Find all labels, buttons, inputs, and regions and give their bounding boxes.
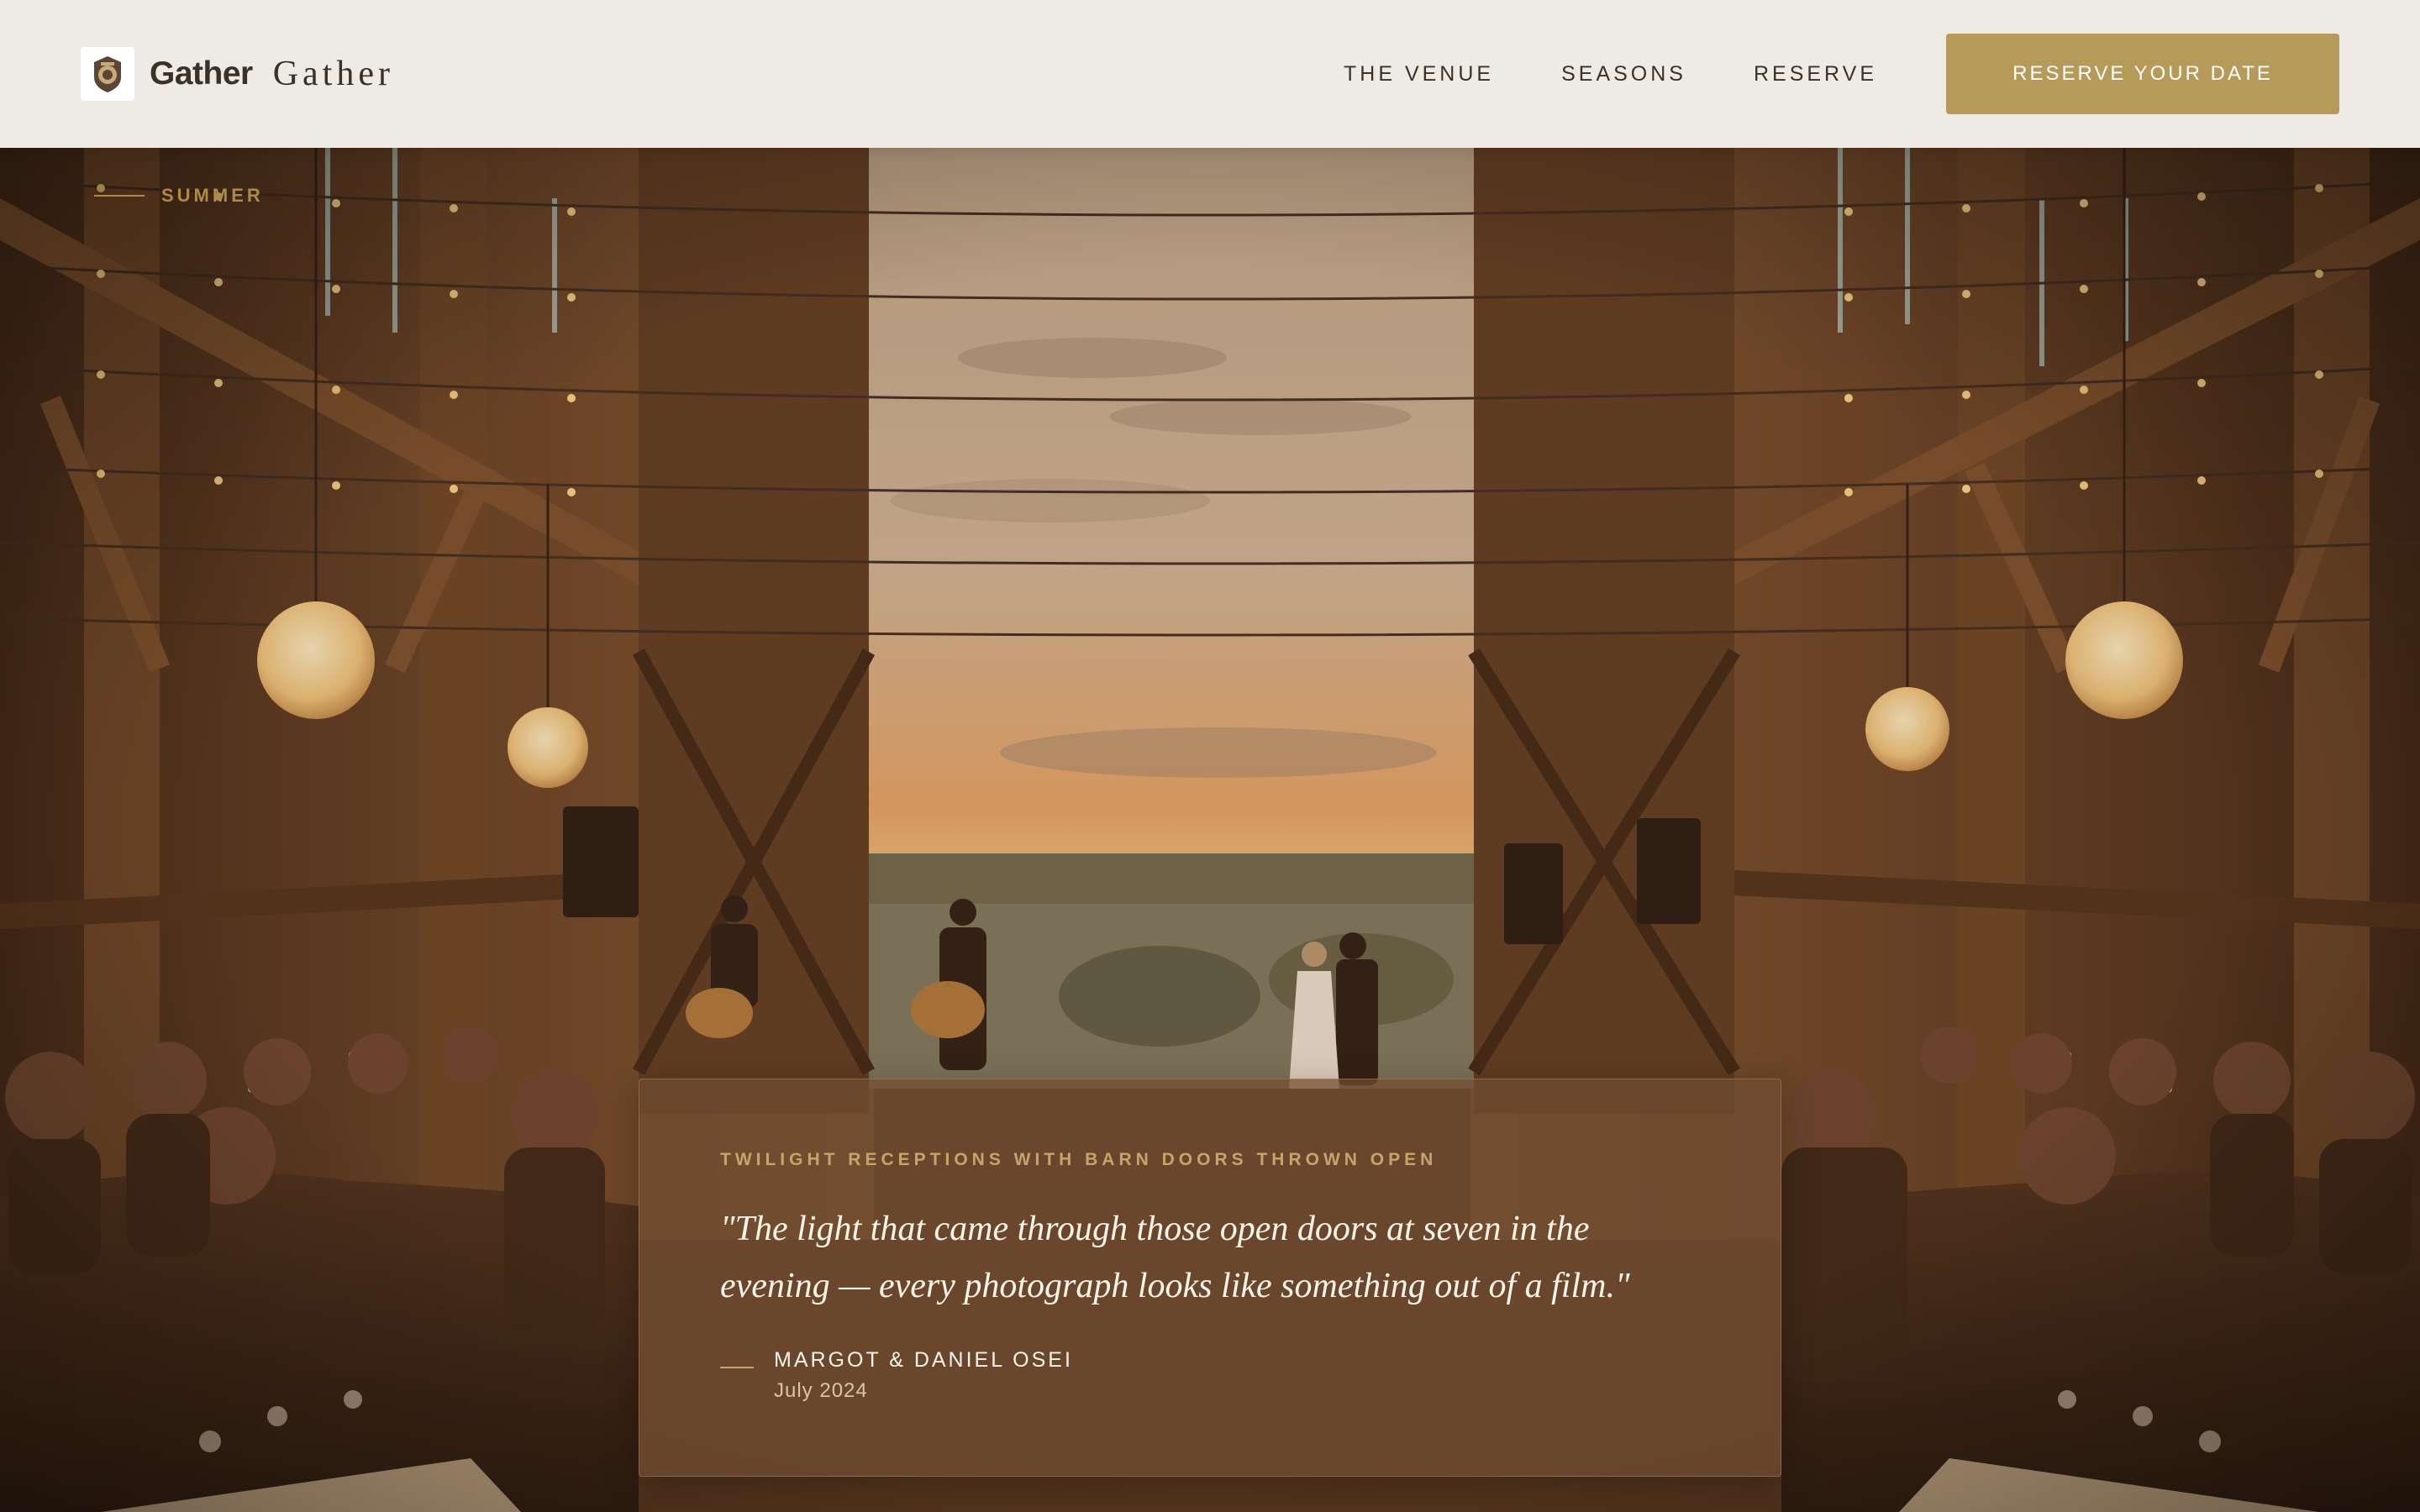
main-nav: THE VENUE SEASONS RESERVE xyxy=(1344,62,1877,87)
testimonial-kicker: TWILIGHT RECEPTIONS WITH BARN DOORS THRO… xyxy=(720,1150,1438,1169)
nav-link-the-venue[interactable]: THE VENUE xyxy=(1344,62,1494,87)
testimonial-card: TWILIGHT RECEPTIONS WITH BARN DOORS THRO… xyxy=(639,1079,1781,1477)
testimonial-attribution: MARGOT & DANIEL OSEI July 2024 xyxy=(720,1348,1700,1403)
attribution-line xyxy=(720,1367,754,1368)
reserve-date-button[interactable]: RESERVE YOUR DATE xyxy=(1946,34,2339,114)
logo-wordmark-bold[interactable]: Gather xyxy=(150,55,253,92)
nav-link-reserve[interactable]: RESERVE xyxy=(1754,62,1877,87)
logo-wordmark-serif[interactable]: Gather xyxy=(273,54,394,94)
season-tag-line xyxy=(94,195,145,197)
hero-section: SUMMER TWILIGHT RECEPTIONS WITH BARN DOO… xyxy=(0,148,2420,1512)
testimonial-date: July 2024 xyxy=(774,1379,868,1402)
lantern-crest-icon[interactable] xyxy=(81,47,134,101)
season-tag: SUMMER xyxy=(94,185,264,207)
season-label: SUMMER xyxy=(161,185,264,206)
nav-link-seasons[interactable]: SEASONS xyxy=(1561,62,1686,87)
testimonial-author: MARGOT & DANIEL OSEI xyxy=(774,1348,1073,1372)
site-header: Gather Gather THE VENUE SEASONS RESERVE … xyxy=(0,0,2420,148)
testimonial-quote: "The light that came through those open … xyxy=(720,1210,1630,1305)
